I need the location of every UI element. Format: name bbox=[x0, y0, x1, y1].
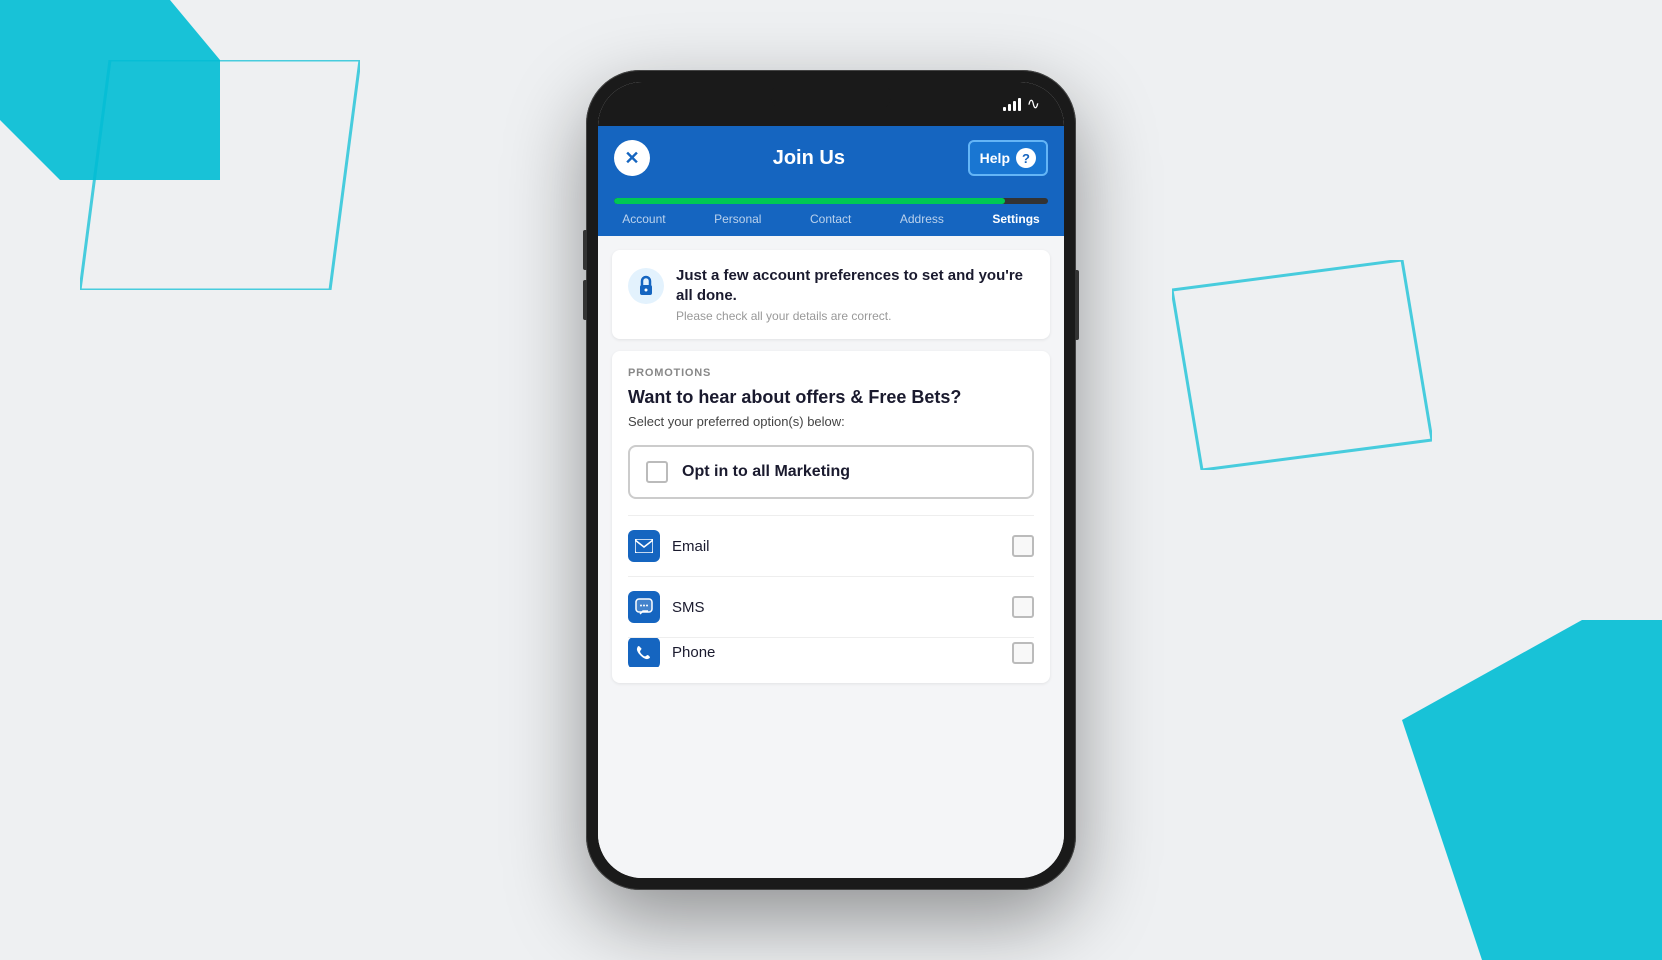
email-icon bbox=[628, 530, 660, 562]
bg-decoration-outline-left bbox=[80, 60, 360, 290]
step-settings[interactable]: Settings bbox=[992, 212, 1039, 226]
status-bar: ∿ bbox=[598, 82, 1064, 126]
notch bbox=[771, 82, 891, 110]
phone-label: Phone bbox=[672, 644, 1000, 661]
sms-channel-row: SMS bbox=[628, 576, 1034, 637]
sms-checkbox[interactable] bbox=[1012, 596, 1034, 618]
signal-icon bbox=[1003, 97, 1021, 111]
info-card-text: Just a few account preferences to set an… bbox=[676, 266, 1034, 323]
info-card-title: Just a few account preferences to set an… bbox=[676, 266, 1034, 305]
bg-decoration-teal-top-left bbox=[0, 0, 220, 180]
info-card-subtitle: Please check all your details are correc… bbox=[676, 309, 1034, 323]
phone-mockup: ∿ ✕ Join Us Help ? bbox=[586, 70, 1076, 890]
step-account[interactable]: Account bbox=[622, 212, 665, 226]
bg-decoration-teal-right bbox=[1402, 620, 1662, 960]
phone-channel-row: Phone bbox=[628, 637, 1034, 667]
promotions-title: Want to hear about offers & Free Bets? bbox=[628, 387, 1034, 408]
opt-in-all-label: Opt in to all Marketing bbox=[682, 463, 850, 481]
wifi-icon: ∿ bbox=[1027, 94, 1040, 114]
opt-in-all-checkbox[interactable] bbox=[646, 461, 668, 483]
progress-section bbox=[598, 190, 1064, 204]
sms-icon bbox=[628, 591, 660, 623]
volume-up-button bbox=[583, 230, 587, 270]
phone-icon bbox=[628, 637, 660, 667]
help-label: Help bbox=[980, 150, 1010, 166]
email-label: Email bbox=[672, 538, 1000, 555]
bg-decoration-outline-right bbox=[1172, 260, 1432, 470]
phone-screen: ∿ ✕ Join Us Help ? bbox=[598, 82, 1064, 878]
sms-label: SMS bbox=[672, 599, 1000, 616]
app-header: ✕ Join Us Help ? bbox=[598, 126, 1064, 190]
steps-nav: Account Personal Contact Address Setting… bbox=[598, 204, 1064, 236]
close-icon: ✕ bbox=[624, 149, 639, 167]
help-button[interactable]: Help ? bbox=[968, 140, 1048, 176]
page-title: Join Us bbox=[773, 147, 845, 170]
status-icons: ∿ bbox=[1003, 94, 1040, 114]
info-card: Just a few account preferences to set an… bbox=[612, 250, 1050, 339]
help-question-icon: ? bbox=[1016, 148, 1036, 168]
email-channel-row: Email bbox=[628, 515, 1034, 576]
promotions-card: PROMOTIONS Want to hear about offers & F… bbox=[612, 351, 1050, 683]
phone-frame: ∿ ✕ Join Us Help ? bbox=[586, 70, 1076, 890]
step-address[interactable]: Address bbox=[900, 212, 944, 226]
volume-down-button bbox=[583, 280, 587, 320]
phone-checkbox[interactable] bbox=[1012, 642, 1034, 664]
main-content: Just a few account preferences to set an… bbox=[598, 236, 1064, 878]
lock-icon bbox=[628, 268, 664, 309]
promotions-subtitle: Select your preferred option(s) below: bbox=[628, 414, 1034, 429]
step-personal[interactable]: Personal bbox=[714, 212, 761, 226]
email-checkbox[interactable] bbox=[1012, 535, 1034, 557]
section-label: PROMOTIONS bbox=[628, 367, 1034, 379]
opt-in-all-button[interactable]: Opt in to all Marketing bbox=[628, 445, 1034, 499]
power-button bbox=[1075, 270, 1079, 340]
close-button[interactable]: ✕ bbox=[614, 140, 650, 176]
step-contact[interactable]: Contact bbox=[810, 212, 851, 226]
